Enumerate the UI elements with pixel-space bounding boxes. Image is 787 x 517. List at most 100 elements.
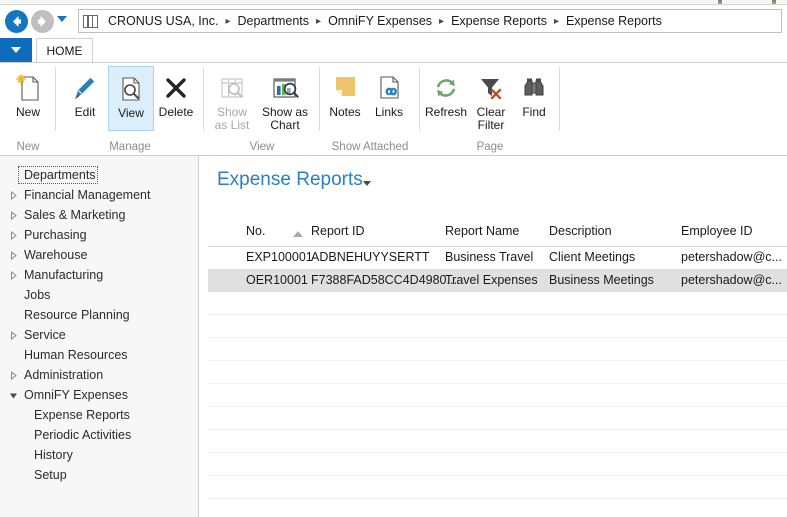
application-menu-button[interactable] <box>0 38 32 62</box>
sidebar-item-history[interactable]: History <box>0 445 198 465</box>
delete-button-label: Delete <box>158 105 194 119</box>
cell-employee-id: petershadow@c... <box>681 250 782 264</box>
main-content-area: Expense Reports No. Report ID Report Name D… <box>200 156 787 517</box>
table-row-empty[interactable] <box>208 476 787 499</box>
sidebar-item-warehouse[interactable]: Warehouse <box>0 245 198 265</box>
new-button[interactable]: New <box>3 66 53 131</box>
sidebar-item-manufacturing[interactable]: Manufacturing <box>0 265 198 285</box>
ribbon-tab-strip: HOME <box>0 38 787 62</box>
new-button-label: New <box>15 105 40 119</box>
funnel-clear-icon <box>477 71 505 105</box>
sidebar-item-administration[interactable]: Administration <box>0 365 198 385</box>
find-button-label: Find <box>522 105 546 119</box>
ribbon-group-label-new: New <box>16 141 40 153</box>
breadcrumb-item-4[interactable]: Expense Reports <box>566 14 662 28</box>
delete-button[interactable]: Delete <box>152 66 200 131</box>
show-as-list-button[interactable]: Show as List <box>208 66 256 131</box>
list-magnifier-icon <box>217 71 247 105</box>
column-header-report-name[interactable]: Report Name <box>445 224 519 238</box>
chevron-right-icon[interactable] <box>6 190 20 200</box>
table-row[interactable]: OER10001 F7388FAD58CC4D4980... Travel Expe… <box>208 269 787 292</box>
breadcrumb-separator: ▸ <box>553 15 559 27</box>
refresh-button-label: Refresh <box>424 105 468 119</box>
view-button[interactable]: View <box>108 66 154 131</box>
sidebar-item-jobs[interactable]: Jobs <box>0 285 198 305</box>
table-row-empty[interactable] <box>208 292 787 315</box>
sidebar-item-resource-planning[interactable]: Resource Planning <box>0 305 198 325</box>
find-button[interactable]: Find <box>511 66 557 131</box>
refresh-button[interactable]: Refresh <box>421 66 471 131</box>
page-title-dropdown-icon[interactable] <box>363 181 371 186</box>
sidebar-item-label: Service <box>24 328 66 342</box>
sidebar-item-sales-marketing[interactable]: Sales & Marketing <box>0 205 198 225</box>
show-as-chart-button[interactable]: Show as Chart <box>254 66 316 131</box>
binoculars-icon <box>520 71 548 105</box>
sidebar-item-periodic-activities[interactable]: Periodic Activities <box>0 425 198 445</box>
clear-filter-button[interactable]: Clear Filter <box>469 66 513 131</box>
chevron-right-icon[interactable] <box>6 370 20 380</box>
address-breadcrumb-bar[interactable]: CRONUS USA, Inc. ▸ Departments ▸ OmniFY … <box>78 9 782 33</box>
cell-report-name: Business Travel <box>445 250 534 264</box>
sidebar-item-label: Setup <box>34 468 67 482</box>
ribbon-group-label-view: View <box>249 141 275 153</box>
breadcrumb-item-3[interactable]: Expense Reports <box>451 14 547 28</box>
links-button[interactable]: Links <box>366 66 412 131</box>
cell-no: EXP100001 <box>246 250 313 264</box>
notes-button[interactable]: Notes <box>322 66 368 131</box>
sidebar-item-service[interactable]: Service <box>0 325 198 345</box>
chrome-fragment-2 <box>772 0 776 4</box>
chevron-right-icon[interactable] <box>6 230 20 240</box>
ribbon-group-label-show-attached: Show Attached <box>331 141 409 153</box>
breadcrumb-item-2[interactable]: OmniFY Expenses <box>328 14 432 28</box>
sidebar-item-label: Financial Management <box>24 188 151 202</box>
chevron-right-icon[interactable] <box>6 330 20 340</box>
sort-ascending-icon[interactable] <box>293 231 303 237</box>
group-divider <box>559 67 560 131</box>
sidebar-item-label: OmniFY Expenses <box>24 388 128 402</box>
column-header-report-id[interactable]: Report ID <box>311 224 365 238</box>
column-header-description[interactable]: Description <box>549 224 612 238</box>
show-as-list-button-label: Show as List <box>214 105 250 132</box>
breadcrumb-item-1[interactable]: Departments <box>237 14 309 28</box>
ribbon-toolbar: New New Manage Edit View Delete View Sho… <box>0 62 787 156</box>
sidebar-item-omnify-expenses[interactable]: OmniFY Expenses <box>0 385 198 405</box>
breadcrumb-separator: ▸ <box>225 15 231 27</box>
history-dropdown-icon[interactable] <box>57 16 67 22</box>
edit-button[interactable]: Edit <box>62 66 108 131</box>
notes-button-label: Notes <box>329 105 361 119</box>
table-row-empty[interactable] <box>208 407 787 430</box>
table-row[interactable]: EXP100001 ADBNEHUYYSERTT Business Travel Cl… <box>208 246 787 269</box>
sidebar-item-purchasing[interactable]: Purchasing <box>0 225 198 245</box>
table-row-empty[interactable] <box>208 430 787 453</box>
document-link-icon <box>375 71 403 105</box>
table-row-empty[interactable] <box>208 338 787 361</box>
cell-report-id: ADBNEHUYYSERTT <box>311 250 430 264</box>
chevron-right-icon[interactable] <box>6 270 20 280</box>
page-title: Expense Reports <box>217 169 363 190</box>
forward-button[interactable] <box>31 10 54 33</box>
chevron-right-icon[interactable] <box>6 210 20 220</box>
sidebar-item-setup[interactable]: Setup <box>0 465 198 485</box>
column-header-no[interactable]: No. <box>246 224 265 238</box>
sidebar-item-expense-reports[interactable]: Expense Reports <box>0 405 198 425</box>
chevron-down-icon <box>11 47 21 53</box>
sidebar-item-departments[interactable]: Departments <box>0 165 198 185</box>
table-row-empty[interactable] <box>208 315 787 338</box>
x-delete-icon <box>162 71 190 105</box>
cell-employee-id: petershadow@c... <box>681 273 782 287</box>
sidebar-item-human-resources[interactable]: Human Resources <box>0 345 198 365</box>
breadcrumb-item-0[interactable]: CRONUS USA, Inc. <box>108 14 218 28</box>
table-row-empty[interactable] <box>208 384 787 407</box>
column-header-employee-id[interactable]: Employee ID <box>681 224 753 238</box>
navigation-bar: CRONUS USA, Inc. ▸ Departments ▸ OmniFY … <box>0 5 787 38</box>
back-button[interactable] <box>5 10 28 33</box>
sidebar-item-financial-management[interactable]: Financial Management <box>0 185 198 205</box>
tab-home[interactable]: HOME <box>36 38 93 62</box>
cell-no: OER10001 <box>246 273 308 287</box>
table-row-empty[interactable] <box>208 361 787 384</box>
chart-magnifier-icon <box>269 71 301 105</box>
sidebar-item-label: Warehouse <box>24 248 88 262</box>
chevron-down-icon[interactable] <box>6 391 20 400</box>
table-row-empty[interactable] <box>208 453 787 476</box>
chevron-right-icon[interactable] <box>6 250 20 260</box>
